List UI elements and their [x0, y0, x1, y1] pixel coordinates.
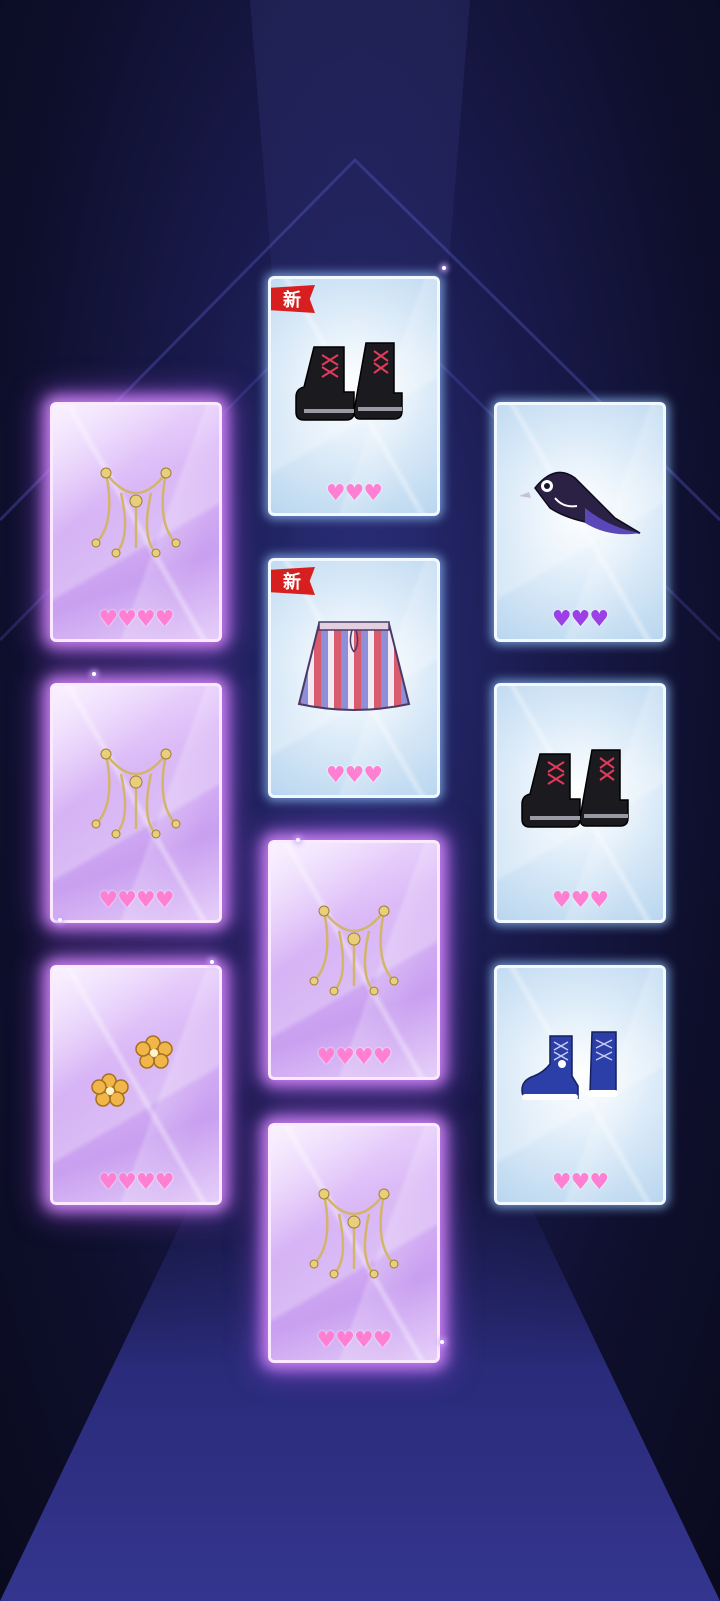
rarity-hearts: ♥♥♥ [551, 1170, 609, 1195]
card-4[interactable]: 新 ♥♥♥ [268, 558, 440, 798]
rarity-hearts: ♥♥♥ [551, 607, 609, 632]
rarity-hearts: ♥♥♥♥ [316, 1328, 393, 1353]
gold-flower-earrings-icon [91, 1031, 181, 1115]
card-2[interactable]: 新 ♥♥♥ [268, 276, 440, 516]
rarity-hearts: ♥♥♥♥ [98, 1170, 175, 1195]
new-badge: 新 [271, 567, 315, 595]
rarity-hearts: ♥♥♥ [551, 888, 609, 913]
card-5[interactable]: ♥♥♥♥ [50, 683, 222, 923]
card-9[interactable]: ♥♥♥ [494, 965, 666, 1205]
gold-chain-necklace-icon [294, 1174, 414, 1288]
gold-chain-necklace-icon [76, 453, 196, 567]
card-3[interactable]: ♥♥♥ [494, 402, 666, 642]
gold-chain-necklace-icon [76, 734, 196, 848]
rarity-hearts: ♥♥♥♥ [316, 1045, 393, 1070]
new-badge: 新 [271, 285, 315, 313]
gold-chain-necklace-icon [294, 891, 414, 1005]
rarity-hearts: ♥♥♥ [325, 763, 383, 788]
rarity-hearts: ♥♥♥♥ [98, 607, 175, 632]
sparkle [442, 266, 446, 270]
rarity-hearts: ♥♥♥ [325, 481, 383, 506]
card-7[interactable]: ♥♥♥♥ [268, 840, 440, 1080]
card-10[interactable]: ♥♥♥♥ [268, 1123, 440, 1363]
card-6[interactable]: ♥♥♥ [494, 683, 666, 923]
sparkle [296, 838, 300, 842]
card-8[interactable]: ♥♥♥♥ [50, 965, 222, 1205]
sparkle [58, 918, 62, 922]
rarity-hearts: ♥♥♥♥ [98, 888, 175, 913]
card-1[interactable]: ♥♥♥♥ [50, 402, 222, 642]
black-platform-boots-icon [520, 744, 640, 838]
black-platform-boots-icon [294, 337, 414, 431]
striped-skirt-icon [294, 614, 414, 718]
crow-accessory-icon [515, 458, 645, 562]
sparkle [440, 1340, 444, 1344]
sparkle [210, 960, 214, 964]
blue-high-top-sneakers-icon [520, 1026, 640, 1120]
sparkle [92, 672, 96, 676]
